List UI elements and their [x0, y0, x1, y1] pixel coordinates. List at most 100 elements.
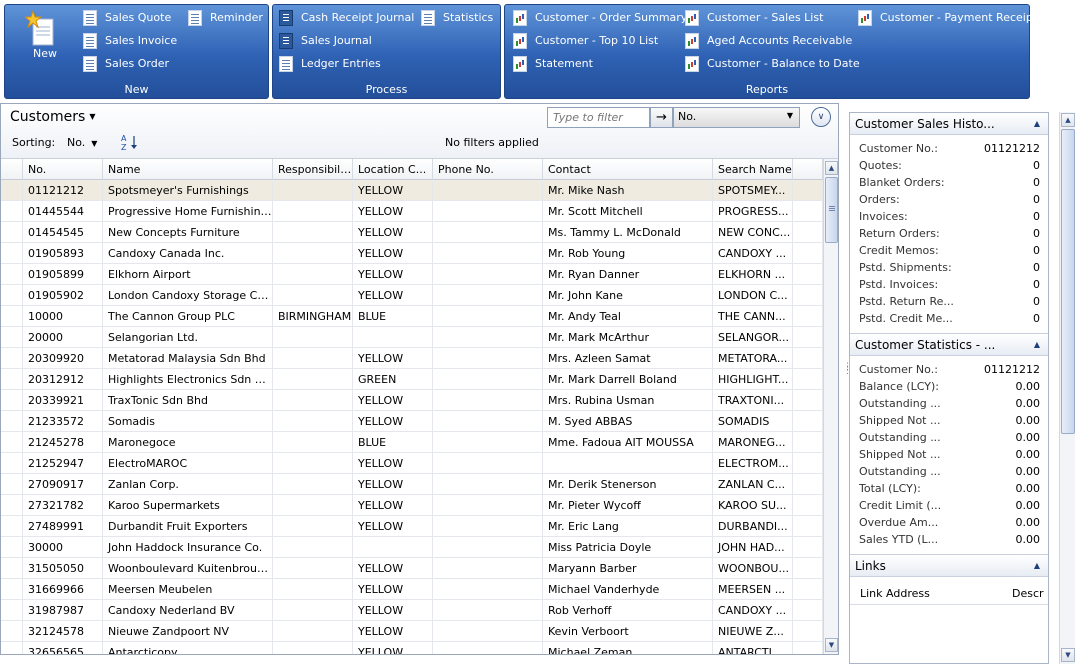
cell-location[interactable]: YELLOW — [353, 264, 433, 285]
table-row[interactable]: 31505050 Woonboulevard Kuitenbrouwer YELLO… — [1, 558, 823, 579]
cell-phone[interactable] — [433, 474, 543, 495]
cell-name[interactable]: New Concepts Furniture — [103, 222, 273, 243]
cell-responsibility[interactable] — [273, 558, 353, 579]
cell-name[interactable]: Meersen Meubelen — [103, 579, 273, 600]
cell-contact[interactable]: Mr. Rob Young — [543, 243, 713, 264]
row-selector[interactable] — [1, 180, 23, 201]
cell-name[interactable]: Candoxy Nederland BV — [103, 600, 273, 621]
cell-responsibility[interactable] — [273, 390, 353, 411]
sorting-select[interactable]: No. ▼ — [67, 136, 97, 149]
cell-responsibility[interactable] — [273, 264, 353, 285]
cell-responsibility[interactable] — [273, 453, 353, 474]
factbox-field-value[interactable]: 0.00 — [1016, 463, 1041, 480]
cell-no[interactable]: 01121212 — [23, 180, 103, 201]
row-selector[interactable] — [1, 390, 23, 411]
cell-responsibility[interactable] — [273, 579, 353, 600]
cell-name[interactable]: ElectroMAROC — [103, 453, 273, 474]
cell-responsibility[interactable] — [273, 621, 353, 642]
cell-phone[interactable] — [433, 222, 543, 243]
collapse-up-icon[interactable]: ▲ — [1034, 113, 1040, 135]
table-row[interactable]: 21233572 Somadis YELLOW M. Syed ABBAS SOMADI… — [1, 411, 823, 432]
cell-location[interactable]: YELLOW — [353, 453, 433, 474]
cell-phone[interactable] — [433, 264, 543, 285]
row-selector[interactable] — [1, 600, 23, 621]
cell-contact[interactable]: Miss Patricia Doyle — [543, 537, 713, 558]
factbox-sales-history-header[interactable]: Customer Sales Histo... ▲ — [850, 113, 1048, 135]
cell-name[interactable]: Selangorian Ltd. — [103, 327, 273, 348]
table-row[interactable]: 32124578 Nieuwe Zandpoort NV YELLOW Kevin V… — [1, 621, 823, 642]
factbox-field-value[interactable]: 0 — [1033, 293, 1040, 310]
cell-contact[interactable]: Mme. Fadoua AIT MOUSSA — [543, 432, 713, 453]
cell-no[interactable]: 01905899 — [23, 264, 103, 285]
cell-search-name[interactable]: SELANGOR... — [713, 327, 793, 348]
cell-location[interactable] — [353, 537, 433, 558]
cell-no[interactable]: 32656565 — [23, 642, 103, 654]
cell-phone[interactable] — [433, 411, 543, 432]
row-selector[interactable] — [1, 474, 23, 495]
list-vertical-scrollbar[interactable]: ▲ ▼ — [823, 159, 838, 654]
factbox-vertical-scrollbar[interactable]: ▲ ▼ — [1059, 112, 1075, 664]
cell-phone[interactable] — [433, 432, 543, 453]
row-selector[interactable] — [1, 306, 23, 327]
cell-phone[interactable] — [433, 285, 543, 306]
row-selector[interactable] — [1, 558, 23, 579]
cell-responsibility[interactable] — [273, 369, 353, 390]
scrollbar-thumb[interactable] — [825, 177, 838, 243]
row-selector[interactable] — [1, 579, 23, 600]
cell-location[interactable]: YELLOW — [353, 474, 433, 495]
cell-contact[interactable]: Ms. Tammy L. McDonald — [543, 222, 713, 243]
cell-no[interactable]: 21252947 — [23, 453, 103, 474]
cell-location[interactable]: YELLOW — [353, 600, 433, 621]
row-selector[interactable] — [1, 243, 23, 264]
cell-location[interactable]: YELLOW — [353, 579, 433, 600]
factbox-field-value[interactable]: 0.00 — [1016, 412, 1041, 429]
cell-contact[interactable]: Michael Vanderhyde — [543, 579, 713, 600]
cell-contact[interactable]: Mrs. Azleen Samat — [543, 348, 713, 369]
filter-field-select[interactable]: No. ▼ — [673, 107, 800, 128]
cell-name[interactable]: Highlights Electronics Sdn Bhd — [103, 369, 273, 390]
cell-responsibility[interactable] — [273, 285, 353, 306]
row-selector[interactable] — [1, 201, 23, 222]
cell-responsibility[interactable] — [273, 432, 353, 453]
cell-responsibility[interactable]: BIRMINGHAM — [273, 306, 353, 327]
cell-name[interactable]: Karoo Supermarkets — [103, 495, 273, 516]
cell-search-name[interactable]: CANDOXY ... — [713, 243, 793, 264]
cell-phone[interactable] — [433, 516, 543, 537]
row-selector[interactable] — [1, 264, 23, 285]
cell-search-name[interactable]: ELECTROM... — [713, 453, 793, 474]
row-selector[interactable] — [1, 432, 23, 453]
cell-name[interactable]: Woonboulevard Kuitenbrouwer — [103, 558, 273, 579]
sort-ascending-icon[interactable]: A Z — [119, 133, 143, 151]
scrollbar-thumb[interactable] — [1061, 129, 1075, 434]
pane-splitter[interactable]: ⋮ ⋮ — [841, 103, 852, 663]
cell-contact[interactable]: Mr. Derik Stenerson — [543, 474, 713, 495]
cell-search-name[interactable]: KAROO SU... — [713, 495, 793, 516]
cell-search-name[interactable]: THE CANN... — [713, 306, 793, 327]
row-selector[interactable] — [1, 516, 23, 537]
cell-name[interactable]: Candoxy Canada Inc. — [103, 243, 273, 264]
cell-location[interactable]: YELLOW — [353, 495, 433, 516]
cell-responsibility[interactable] — [273, 411, 353, 432]
cell-contact[interactable]: Mrs. Rubina Usman — [543, 390, 713, 411]
cell-search-name[interactable]: NIEUWE Z... — [713, 621, 793, 642]
cell-location[interactable]: YELLOW — [353, 348, 433, 369]
cell-location[interactable]: YELLOW — [353, 201, 433, 222]
factbox-field-value[interactable]: 0.00 — [1016, 378, 1041, 395]
cell-responsibility[interactable] — [273, 600, 353, 621]
row-selector[interactable] — [1, 495, 23, 516]
cell-no[interactable]: 01905902 — [23, 285, 103, 306]
cell-phone[interactable] — [433, 348, 543, 369]
cell-search-name[interactable]: ZANLAN C... — [713, 474, 793, 495]
cell-contact[interactable]: Mr. Scott Mitchell — [543, 201, 713, 222]
cell-search-name[interactable]: TRAXTONI... — [713, 390, 793, 411]
cell-phone[interactable] — [433, 621, 543, 642]
cell-location[interactable]: BLUE — [353, 432, 433, 453]
factbox-field-value[interactable]: 0 — [1033, 157, 1040, 174]
factbox-field-value[interactable]: 0 — [1033, 174, 1040, 191]
cell-location[interactable]: BLUE — [353, 306, 433, 327]
cell-name[interactable]: Nieuwe Zandpoort NV — [103, 621, 273, 642]
cell-responsibility[interactable] — [273, 243, 353, 264]
factbox-field-value[interactable]: 01121212 — [984, 140, 1040, 157]
cell-name[interactable]: Antarcticopy — [103, 642, 273, 654]
factbox-field-value[interactable]: 0 — [1033, 242, 1040, 259]
